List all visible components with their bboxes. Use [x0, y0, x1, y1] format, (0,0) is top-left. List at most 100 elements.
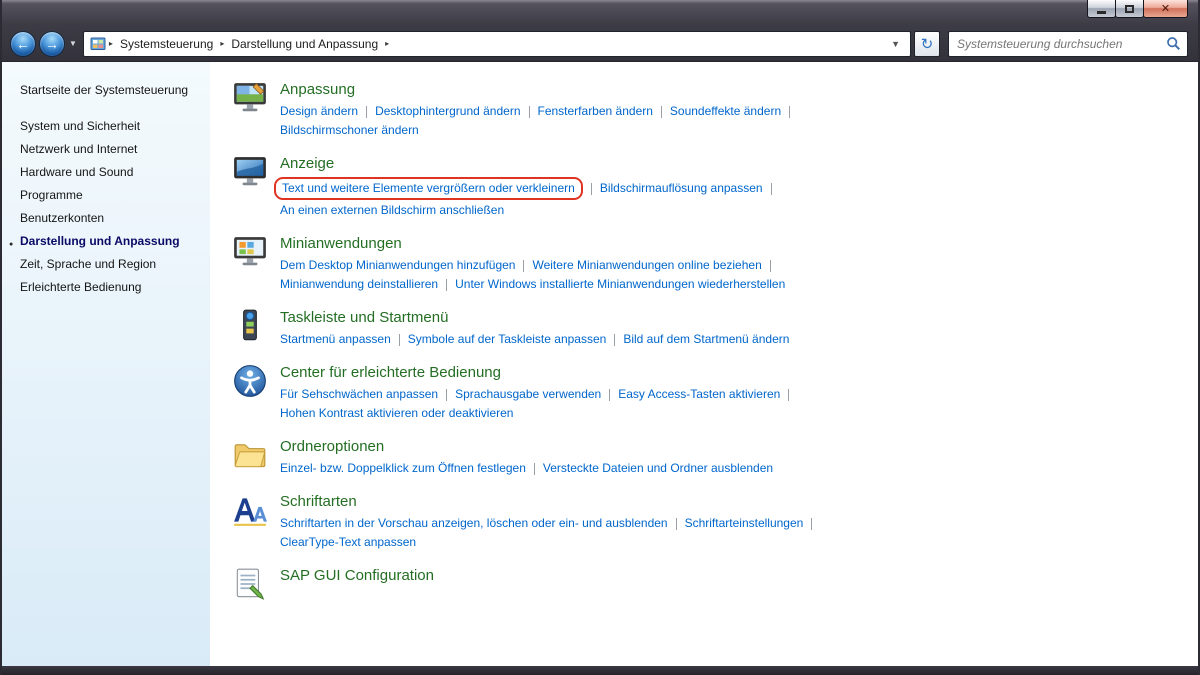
- category-title-anpassung[interactable]: Anpassung: [280, 81, 798, 98]
- link-separator: [366, 106, 367, 118]
- task-link[interactable]: Schriftarten in der Vorschau anzeigen, l…: [280, 515, 668, 532]
- back-icon: ←: [16, 36, 30, 52]
- task-link[interactable]: Für Sehschwächen anpassen: [280, 386, 438, 403]
- task-link[interactable]: Dem Desktop Minianwendungen hinzufügen: [280, 257, 515, 274]
- address-dropdown-icon[interactable]: ▼: [887, 39, 904, 49]
- sidebar-item-zeit-sprache-und-region[interactable]: Zeit, Sprache und Region: [2, 253, 210, 276]
- sidebar-item-darstellung-und-anpassung[interactable]: ● Darstellung und Anpassung: [2, 230, 210, 253]
- category-title-schriftarten[interactable]: Schriftarten: [280, 493, 820, 510]
- sidebar-item-label: Darstellung und Anpassung: [20, 234, 180, 248]
- task-link[interactable]: Desktophintergrund ändern: [375, 103, 520, 120]
- back-button[interactable]: ←: [10, 31, 36, 57]
- section-minianwendungen: Minianwendungen Dem Desktop Minianwendun…: [232, 233, 1188, 295]
- category-title-minianwendungen[interactable]: Minianwendungen: [280, 235, 785, 252]
- link-separator: [661, 106, 662, 118]
- task-link[interactable]: Design ändern: [280, 103, 358, 120]
- folder-options-icon[interactable]: [232, 437, 268, 473]
- close-icon: ✕: [1161, 2, 1170, 15]
- sidebar-item-benutzerkonten[interactable]: Benutzerkonten: [2, 207, 210, 230]
- task-link[interactable]: Weitere Minianwendungen online beziehen: [532, 257, 761, 274]
- maximize-button[interactable]: [1115, 0, 1144, 18]
- link-separator: [788, 389, 789, 401]
- search-box[interactable]: [948, 31, 1188, 57]
- link-separator: [770, 260, 771, 272]
- link-separator: [534, 463, 535, 475]
- display-icon[interactable]: [232, 154, 268, 190]
- sidebar-item-programme[interactable]: Programme: [2, 184, 210, 207]
- task-link[interactable]: Einzel- bzw. Doppelklick zum Öffnen fest…: [280, 460, 526, 477]
- sidebar-item-system-und-sicherheit[interactable]: System und Sicherheit: [2, 115, 210, 138]
- breadcrumb-separator-icon[interactable]: ▸: [109, 39, 113, 48]
- task-link[interactable]: Sprachausgabe verwenden: [455, 386, 601, 403]
- window-chrome: ✕ ← → ▼ ▸ Systemsteuerung ▸: [2, 0, 1198, 62]
- personalization-icon[interactable]: [232, 80, 268, 116]
- task-link[interactable]: An einen externen Bildschirm anschließen: [280, 202, 504, 219]
- sidebar-item-netzwerk-und-internet[interactable]: Netzwerk und Internet: [2, 138, 210, 161]
- link-separator: [399, 334, 400, 346]
- address-bar[interactable]: ▸ Systemsteuerung ▸ Darstellung und Anpa…: [83, 31, 911, 57]
- category-title-ordneroptionen[interactable]: Ordneroptionen: [280, 438, 773, 455]
- task-link-highlighted[interactable]: Text und weitere Elemente vergrößern ode…: [274, 177, 583, 200]
- section-anzeige: Anzeige Text und weitere Elemente vergrö…: [232, 153, 1188, 221]
- refresh-icon: ↻: [921, 35, 934, 53]
- link-separator: [789, 106, 790, 118]
- link-separator: [446, 279, 447, 291]
- section-schriftarten: Schriftarten Schriftarten in der Vorscha…: [232, 491, 1188, 553]
- sidebar: Startseite der Systemsteuerung System un…: [2, 62, 210, 666]
- titlebar[interactable]: ✕: [2, 0, 1198, 26]
- search-icon[interactable]: [1166, 36, 1181, 51]
- control-panel-window: ✕ ← → ▼ ▸ Systemsteuerung ▸: [0, 0, 1200, 675]
- breadcrumb-separator-icon[interactable]: ▸: [220, 39, 224, 48]
- task-link[interactable]: Fensterfarben ändern: [538, 103, 653, 120]
- maximize-icon: [1125, 5, 1134, 13]
- window-bottom-frame: [2, 666, 1198, 675]
- sidebar-item-home[interactable]: Startseite der Systemsteuerung: [2, 79, 210, 102]
- section-sap-gui-configuration: SAP GUI Configuration: [232, 565, 1188, 602]
- task-link[interactable]: Startmenü anpassen: [280, 331, 391, 348]
- task-link[interactable]: Easy Access-Tasten aktivieren: [618, 386, 780, 403]
- sidebar-item-erleichterte-bedienung[interactable]: Erleichterte Bedienung: [2, 276, 210, 299]
- refresh-button[interactable]: ↻: [914, 31, 940, 57]
- category-title-sap-gui[interactable]: SAP GUI Configuration: [280, 567, 434, 584]
- recent-pages-dropdown-icon[interactable]: ▼: [69, 39, 77, 48]
- active-item-bullet-icon: ●: [9, 237, 13, 252]
- category-title-anzeige[interactable]: Anzeige: [280, 155, 780, 172]
- task-link[interactable]: Minianwendung deinstallieren: [280, 276, 438, 293]
- task-link[interactable]: Bildschirmauflösung anpassen: [600, 180, 763, 197]
- task-link[interactable]: Bildschirmschoner ändern: [280, 122, 419, 139]
- task-link[interactable]: ClearType-Text anpassen: [280, 534, 416, 551]
- section-anpassung: Anpassung Design ändern Desktophintergru…: [232, 79, 1188, 141]
- minimize-button[interactable]: [1087, 0, 1116, 18]
- link-separator: [811, 518, 812, 530]
- link-separator: [676, 518, 677, 530]
- close-button[interactable]: ✕: [1143, 0, 1188, 18]
- ease-of-access-icon[interactable]: [232, 363, 268, 399]
- fonts-icon[interactable]: [232, 492, 268, 528]
- task-link[interactable]: Hohen Kontrast aktivieren oder deaktivie…: [280, 405, 513, 422]
- sidebar-item-hardware-und-sound[interactable]: Hardware und Sound: [2, 161, 210, 184]
- section-ordneroptionen: Ordneroptionen Einzel- bzw. Doppelklick …: [232, 436, 1188, 479]
- link-separator: [446, 389, 447, 401]
- forward-icon: →: [45, 36, 59, 52]
- taskbar-startmenu-icon[interactable]: [232, 308, 268, 344]
- category-title-erleichterte-bedienung[interactable]: Center für erleichterte Bedienung: [280, 364, 797, 381]
- breadcrumb-item-systemsteuerung[interactable]: Systemsteuerung: [116, 34, 217, 54]
- search-input[interactable]: [955, 36, 1166, 52]
- task-link[interactable]: Bild auf dem Startmenü ändern: [623, 331, 789, 348]
- link-separator: [529, 106, 530, 118]
- breadcrumb-separator-icon[interactable]: ▸: [385, 39, 389, 48]
- sap-gui-icon[interactable]: [232, 566, 268, 602]
- category-title-taskleiste[interactable]: Taskleiste und Startmenü: [280, 309, 789, 326]
- section-taskleiste-und-startmenue: Taskleiste und Startmenü Startmenü anpas…: [232, 307, 1188, 350]
- task-link[interactable]: Versteckte Dateien und Ordner ausblenden: [543, 460, 773, 477]
- breadcrumb-item-darstellung-und-anpassung[interactable]: Darstellung und Anpassung: [227, 34, 382, 54]
- task-link[interactable]: Unter Windows installierte Minianwendung…: [455, 276, 785, 293]
- gadgets-icon[interactable]: [232, 234, 268, 270]
- forward-button[interactable]: →: [39, 31, 65, 57]
- link-separator: [523, 260, 524, 272]
- category-list: Anpassung Design ändern Desktophintergru…: [210, 62, 1198, 666]
- task-link[interactable]: Soundeffekte ändern: [670, 103, 781, 120]
- section-center-erleichterte-bedienung: Center für erleichterte Bedienung Für Se…: [232, 362, 1188, 424]
- task-link[interactable]: Schriftarteinstellungen: [685, 515, 804, 532]
- task-link[interactable]: Symbole auf der Taskleiste anpassen: [408, 331, 607, 348]
